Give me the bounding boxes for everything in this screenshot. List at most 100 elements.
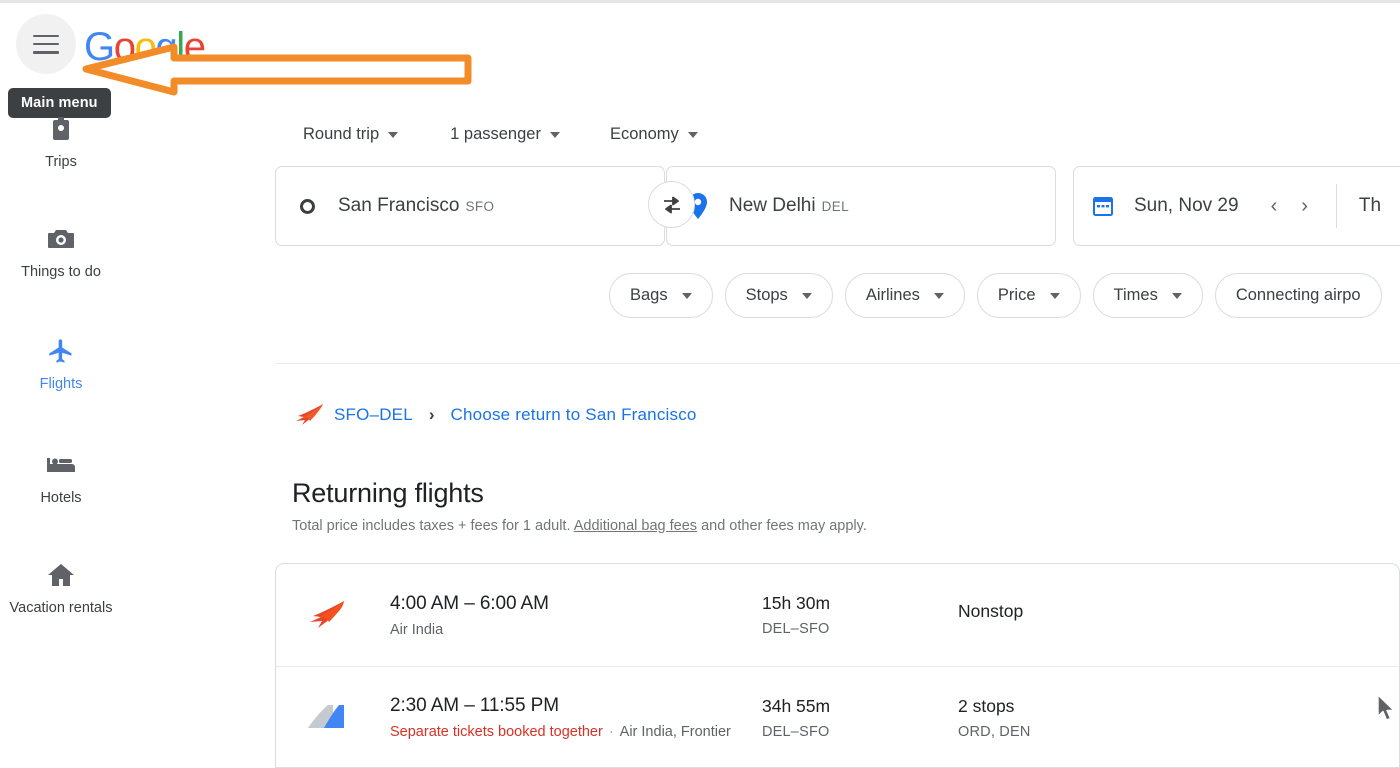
- sidebar-label-flights: Flights: [39, 376, 83, 392]
- google-logo[interactable]: Google: [84, 25, 206, 69]
- circle-outline-icon: [294, 193, 320, 219]
- filter-times[interactable]: Times: [1092, 273, 1203, 318]
- chevron-down-icon: [388, 131, 399, 138]
- calendar-icon: [1090, 193, 1116, 219]
- flight-duration-cell: 34h 55m DEL–SFO: [762, 696, 958, 740]
- return-date-partial: Th: [1358, 195, 1382, 216]
- flight-time-cell: 2:30 AM – 11:55 PM Separate tickets book…: [352, 695, 762, 740]
- left-sidebar: Trips Things to do Flights Hotels Vacati…: [0, 110, 122, 768]
- cabin-class-label: Economy: [609, 125, 679, 143]
- flight-duration: 34h 55m: [762, 695, 831, 716]
- filter-airlines-label: Airlines: [865, 286, 920, 304]
- logo-letter-o1: o: [113, 25, 136, 69]
- swap-arrows-icon: [663, 196, 680, 213]
- sidebar-item-vacation-rentals[interactable]: Vacation rentals: [0, 560, 122, 618]
- air-india-logo: [300, 598, 352, 632]
- sidebar-item-flights[interactable]: Flights: [0, 336, 122, 394]
- results-subtitle: Total price includes taxes + fees for 1 …: [292, 518, 867, 534]
- chevron-down-icon: [801, 292, 812, 299]
- trip-options-row: Round trip 1 passenger Economy: [291, 120, 710, 149]
- flight-times: 2:30 AM – 11:55 PM: [390, 695, 559, 716]
- filter-price-label: Price: [997, 286, 1036, 304]
- bed-icon: [46, 450, 76, 480]
- filter-stops-label: Stops: [745, 286, 788, 304]
- filter-stops[interactable]: Stops: [724, 273, 833, 318]
- filter-bags[interactable]: Bags: [609, 273, 713, 318]
- subtitle-text-before: Total price includes taxes + fees for 1 …: [292, 518, 574, 534]
- subtitle-text-after: and other fees may apply.: [697, 518, 867, 534]
- air-india-logo: [292, 400, 326, 430]
- breadcrumb-current[interactable]: Choose return to San Francisco: [451, 405, 697, 425]
- filter-price[interactable]: Price: [976, 273, 1081, 318]
- prev-date-button[interactable]: ‹: [1267, 194, 1282, 218]
- breadcrumb-route[interactable]: SFO–DEL: [334, 405, 413, 425]
- chevron-down-icon: [1049, 292, 1060, 299]
- flight-stops: 2 stops: [958, 695, 1015, 716]
- sidebar-label-trips: Trips: [45, 154, 77, 170]
- table-row[interactable]: 2:30 AM – 11:55 PM Separate tickets book…: [276, 666, 1399, 767]
- house-icon: [46, 560, 76, 590]
- flight-airline: Air India: [390, 621, 444, 638]
- chevron-down-icon: [549, 131, 560, 138]
- sidebar-item-things-to-do[interactable]: Things to do: [0, 224, 122, 282]
- flight-duration: 15h 30m: [762, 593, 831, 613]
- flight-stops-cell: 2 stops ORD, DEN: [958, 696, 1158, 740]
- chevron-down-icon: [933, 292, 944, 299]
- flight-route: DEL–SFO: [762, 621, 830, 637]
- logo-letter-o2: o: [134, 25, 157, 69]
- google-flights-page: Google Main menu Trips Things to do Flig…: [0, 0, 1400, 768]
- camera-icon: [46, 224, 76, 254]
- additional-bag-fees-link[interactable]: Additional bag fees: [574, 518, 697, 534]
- swap-airports-button[interactable]: [648, 181, 695, 228]
- chevron-down-icon: [687, 131, 698, 138]
- chevron-down-icon: [1171, 292, 1182, 299]
- filter-connecting-airports[interactable]: Connecting airpo: [1214, 273, 1382, 318]
- section-divider: [275, 363, 1400, 364]
- origin-input[interactable]: San Francisco SFO: [275, 166, 665, 246]
- top-border: [0, 0, 1400, 3]
- destination-city: New Delhi: [729, 195, 816, 216]
- logo-letter-l: l: [176, 25, 185, 69]
- sidebar-item-trips[interactable]: Trips: [0, 114, 122, 172]
- trip-type-selector[interactable]: Round trip: [291, 120, 410, 149]
- trips-icon: [46, 114, 76, 144]
- logo-letter-g2: g: [155, 25, 177, 69]
- separate-tickets-warning: Separate tickets booked together: [390, 724, 603, 740]
- flight-results-list: 4:00 AM – 6:00 AM Air India 15h 30m DEL–…: [275, 563, 1400, 768]
- filter-times-label: Times: [1113, 286, 1158, 304]
- sidebar-label-vacation-rentals: Vacation rentals: [9, 600, 113, 616]
- date-nav-controls: ‹ ›: [1267, 194, 1312, 218]
- filter-chips-row: Bags Stops Airlines Price Times Connecti…: [609, 273, 1382, 318]
- hamburger-icon: [33, 34, 59, 54]
- cabin-class-selector[interactable]: Economy: [598, 120, 710, 149]
- sidebar-item-hotels[interactable]: Hotels: [0, 450, 122, 508]
- passengers-label: 1 passenger: [450, 125, 541, 143]
- filter-connecting-airports-label: Connecting airpo: [1235, 286, 1361, 304]
- sidebar-label-things-to-do: Things to do: [21, 264, 101, 280]
- logo-letter-g1: G: [84, 25, 115, 69]
- table-row[interactable]: 4:00 AM – 6:00 AM Air India 15h 30m DEL–…: [276, 564, 1399, 666]
- origin-city: San Francisco: [338, 195, 460, 216]
- destination-code: DEL: [821, 198, 850, 214]
- flight-route: DEL–SFO: [762, 723, 830, 740]
- filter-bags-label: Bags: [630, 286, 668, 304]
- flight-duration-cell: 15h 30m DEL–SFO: [762, 593, 958, 637]
- filter-airlines[interactable]: Airlines: [844, 273, 965, 318]
- breadcrumb: SFO–DEL › Choose return to San Francisco: [292, 400, 697, 430]
- dates-field[interactable]: Sun, Nov 29 ‹ › Th: [1073, 166, 1400, 246]
- airplane-icon: [46, 336, 76, 366]
- multi-airline-tail-logo: [300, 701, 352, 735]
- origin-code: SFO: [465, 198, 495, 214]
- trip-type-label: Round trip: [303, 125, 380, 143]
- flight-stops-detail: ORD, DEN: [958, 723, 1031, 740]
- chevron-down-icon: [681, 292, 692, 299]
- next-date-button[interactable]: ›: [1297, 194, 1312, 218]
- passengers-selector[interactable]: 1 passenger: [438, 120, 572, 149]
- logo-letter-e: e: [183, 25, 206, 69]
- destination-input[interactable]: New Delhi DEL: [666, 166, 1056, 246]
- main-menu-button[interactable]: [16, 14, 76, 74]
- chevron-right-icon: ›: [428, 405, 435, 424]
- flight-airline-row: Separate tickets booked together · Air Ind…: [390, 724, 762, 740]
- departure-date: Sun, Nov 29: [1134, 195, 1239, 216]
- search-fields-row: San Francisco SFO New Delhi DEL Sun, Nov…: [275, 166, 1400, 246]
